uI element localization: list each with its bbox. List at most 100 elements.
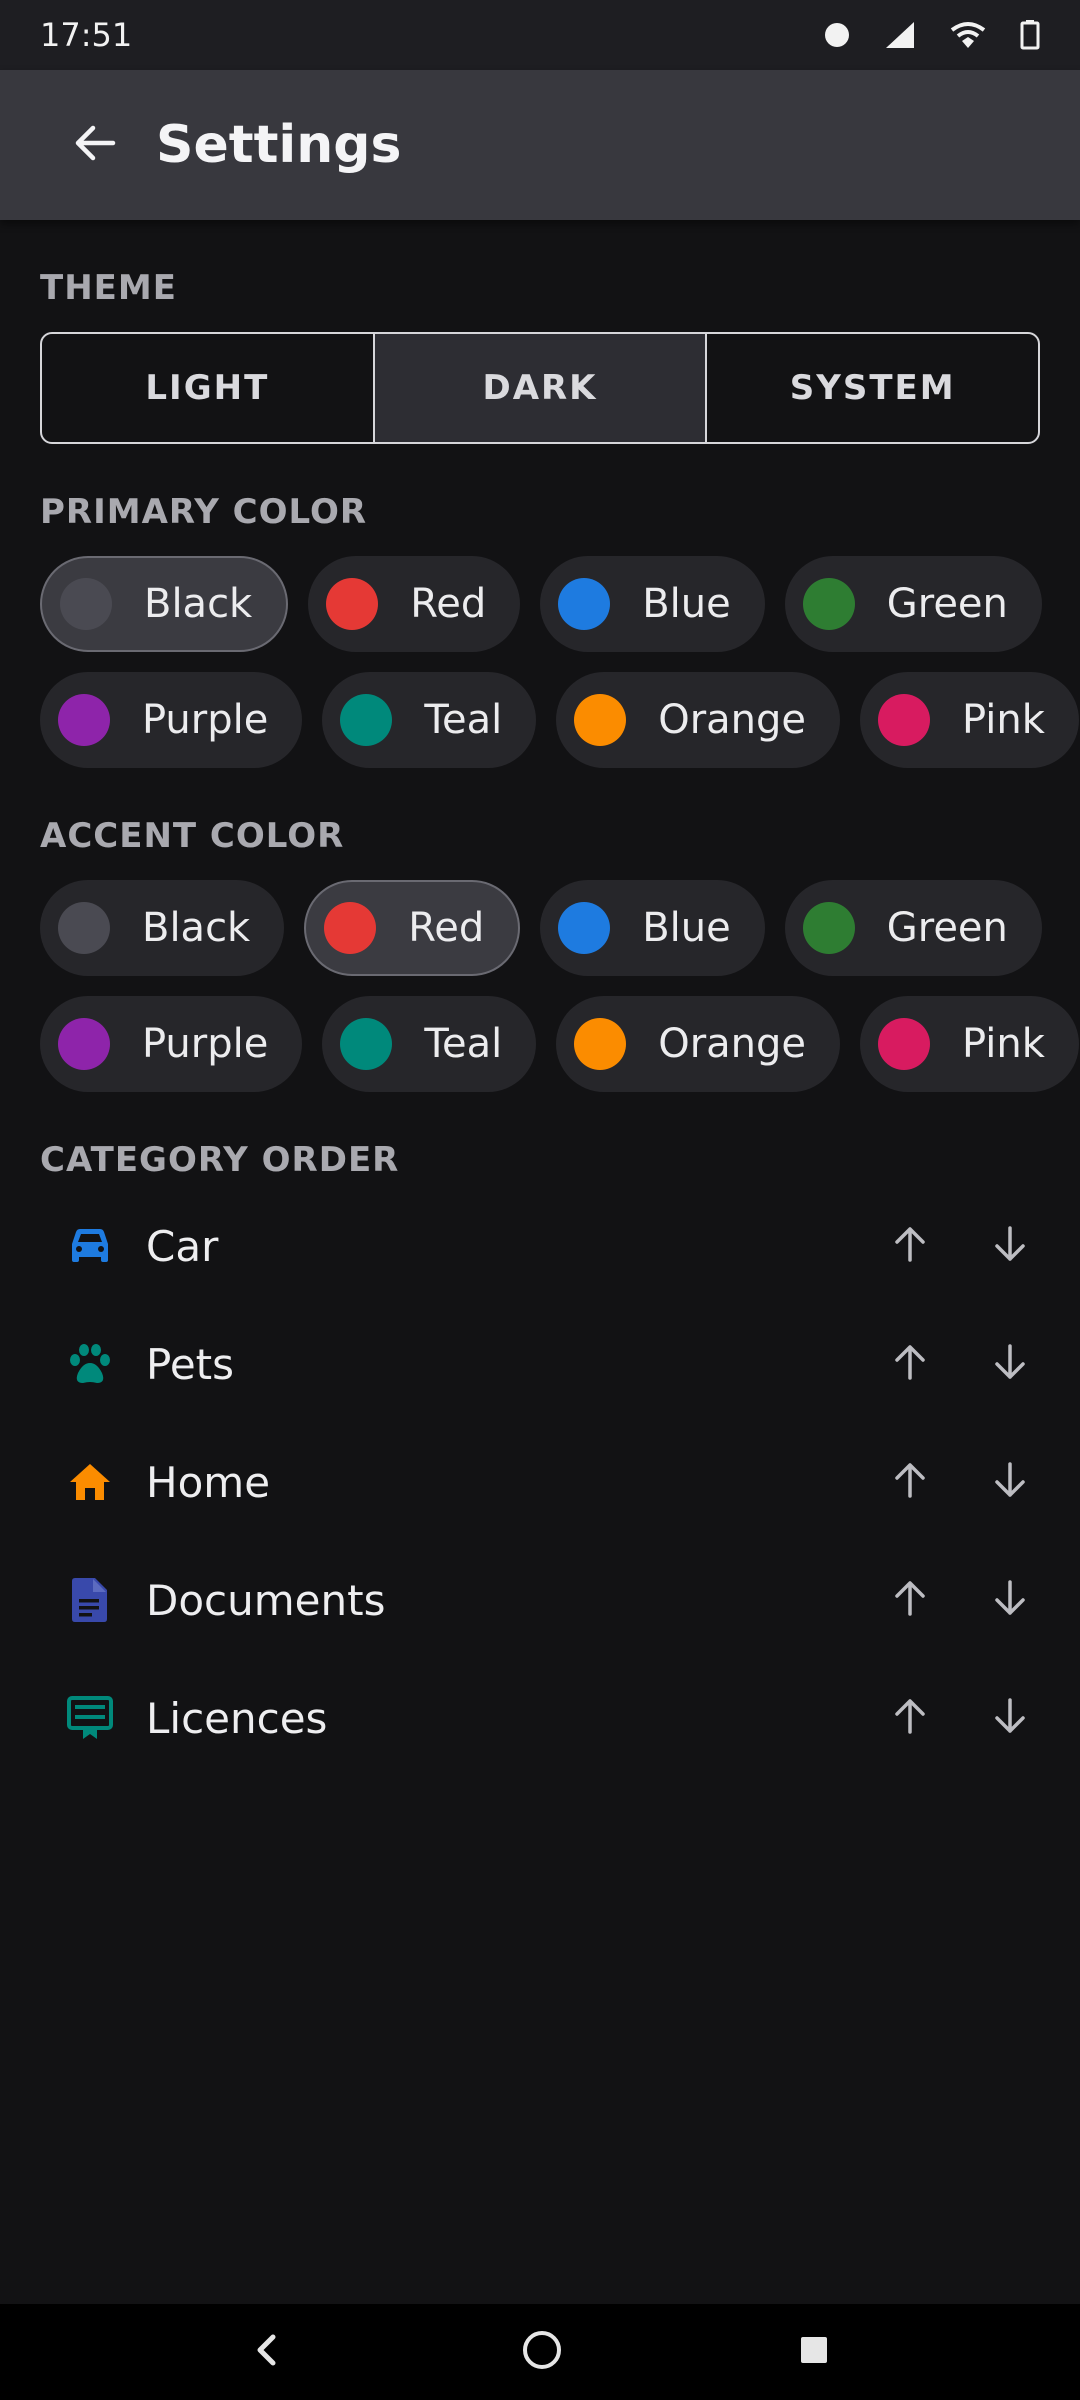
primary-color-row-1: Black Red Blue Green [40,556,1042,652]
arrow-up-icon [890,1578,930,1622]
status-bar: 17:51 [0,0,1080,70]
category-label: Home [146,1457,271,1507]
system-nav-bar [0,2304,1080,2400]
accent-color-row-2: Purple Teal Orange Pink [40,996,1079,1092]
home-icon [66,1458,114,1506]
accent-color-chip-teal[interactable]: Teal [322,996,537,1092]
category-row-car: Car [0,1187,1080,1305]
nav-recents-icon [799,2335,829,2369]
chip-label: Red [408,905,485,951]
arrow-up-icon [890,1224,930,1268]
arrow-down-icon [990,1342,1030,1386]
back-button[interactable] [40,90,150,200]
category-row-pets: Pets [0,1305,1080,1423]
nav-back-button[interactable] [226,2312,306,2392]
theme-option-system[interactable]: SYSTEM [707,334,1038,442]
chip-label: Pink [962,697,1045,743]
chip-label: Pink [962,1021,1045,1067]
arrow-left-icon [73,121,117,169]
chip-label: Green [886,581,1008,627]
chip-label: Teal [424,697,503,743]
category-label: Pets [146,1339,235,1389]
accent-color-chip-pink[interactable]: Pink [860,996,1079,1092]
theme-section-label: THEME [40,268,177,308]
category-label: Licences [146,1693,328,1743]
color-swatch [340,694,393,746]
primary-color-chip-purple[interactable]: Purple [40,672,303,768]
primary-color-chip-pink[interactable]: Pink [860,672,1079,768]
primary-color-chip-green[interactable]: Green [784,556,1042,652]
color-swatch [802,902,855,954]
color-swatch [558,578,611,630]
theme-option-dark[interactable]: DARK [374,334,708,442]
page-title: Settings [156,115,402,175]
accent-color-chip-blue[interactable]: Blue [540,880,765,976]
nav-recents-button[interactable] [774,2312,854,2392]
primary-color-chip-orange[interactable]: Orange [556,672,840,768]
chip-label: Red [410,581,487,627]
chip-label: Blue [642,581,731,627]
move-up-button-car[interactable] [870,1206,950,1286]
accent-color-chip-black[interactable]: Black [40,880,285,976]
battery-icon [1020,20,1040,50]
move-up-button-licences[interactable] [870,1678,950,1758]
category-label: Car [146,1221,219,1271]
accent-color-section-label: ACCENT COLOR [40,816,345,856]
car-icon [66,1222,114,1270]
color-swatch [878,694,930,746]
arrow-down-icon [990,1224,1030,1268]
chip-label: Green [886,905,1008,951]
category-row-licences: Licences [0,1659,1080,1777]
arrow-down-icon [990,1578,1030,1622]
move-down-button-documents[interactable] [970,1560,1050,1640]
move-down-button-pets[interactable] [970,1324,1050,1404]
document-icon [66,1576,114,1624]
primary-color-row-2: Purple Teal Orange Pink [40,672,1079,768]
paw-icon [66,1340,114,1388]
category-row-documents: Documents [0,1541,1080,1659]
nav-home-button[interactable] [502,2312,582,2392]
category-order-section-label: CATEGORY ORDER [40,1140,400,1180]
primary-color-chip-red[interactable]: Red [308,556,521,652]
color-swatch [878,1018,930,1070]
color-swatch [340,1018,393,1070]
arrow-up-icon [890,1696,930,1740]
chip-label: Orange [658,697,806,743]
color-swatch [574,1018,627,1070]
color-swatch [802,578,855,630]
color-swatch [558,902,611,954]
chip-label: Purple [142,697,269,743]
primary-color-chip-black[interactable]: Black [40,556,289,652]
color-swatch [324,902,377,954]
category-label: Documents [146,1575,386,1625]
accent-color-chip-red[interactable]: Red [304,880,521,976]
accent-color-chip-purple[interactable]: Purple [40,996,303,1092]
move-down-button-home[interactable] [970,1442,1050,1522]
accent-color-chip-green[interactable]: Green [784,880,1042,976]
signal-icon [884,20,916,50]
primary-color-chip-blue[interactable]: Blue [540,556,765,652]
color-swatch [58,694,110,746]
primary-color-section-label: PRIMARY COLOR [40,492,368,532]
licence-icon [66,1694,114,1742]
color-swatch [326,578,379,630]
chip-label: Black [142,905,251,951]
move-up-button-home[interactable] [870,1442,950,1522]
theme-selector: LIGHT DARK SYSTEM [40,332,1040,444]
move-up-button-pets[interactable] [870,1324,950,1404]
arrow-up-icon [890,1342,930,1386]
color-swatch [574,694,627,746]
color-swatch [58,902,110,954]
chip-label: Black [144,581,253,627]
accent-color-chip-orange[interactable]: Orange [556,996,840,1092]
move-down-button-car[interactable] [970,1206,1050,1286]
status-time: 17:51 [40,16,133,54]
move-down-button-licences[interactable] [970,1678,1050,1758]
notification-dot-icon [824,22,850,48]
move-up-button-documents[interactable] [870,1560,950,1640]
theme-option-light[interactable]: LIGHT [42,334,375,442]
chip-label: Teal [424,1021,503,1067]
category-row-home: Home [0,1423,1080,1541]
wifi-icon [950,20,986,50]
primary-color-chip-teal[interactable]: Teal [322,672,537,768]
